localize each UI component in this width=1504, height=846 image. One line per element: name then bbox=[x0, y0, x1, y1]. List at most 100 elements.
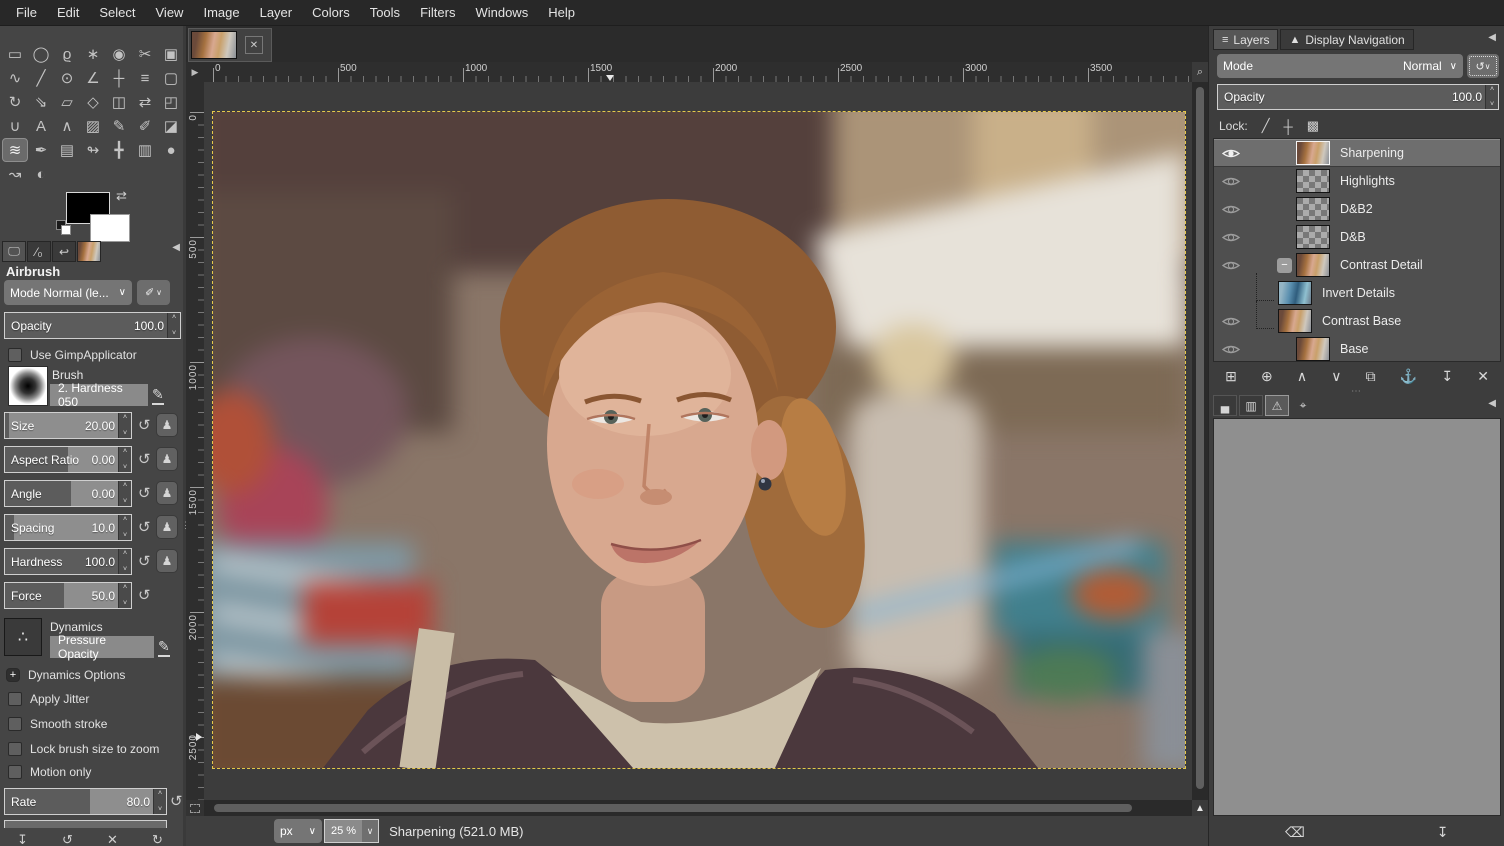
spacing-spinner[interactable]: ˄˅ bbox=[118, 515, 131, 540]
paths-tool-icon[interactable]: ∿ bbox=[2, 66, 28, 90]
brush-thumbnail[interactable] bbox=[8, 366, 48, 406]
layer-row-base[interactable]: Base bbox=[1214, 335, 1500, 363]
zoom-tool-icon[interactable]: ⊙ bbox=[54, 66, 80, 90]
photo-canvas[interactable] bbox=[213, 112, 1185, 768]
tab-histogram[interactable]: ▄ bbox=[1213, 395, 1237, 416]
3d-transform-tool-icon[interactable]: ◫ bbox=[106, 90, 132, 114]
layer-row-db2[interactable]: D&B2 bbox=[1214, 195, 1500, 223]
motion-only-checkbox[interactable]: Motion only bbox=[8, 765, 91, 779]
save-preset-icon[interactable]: ↧ bbox=[17, 832, 28, 846]
menu-tools[interactable]: Tools bbox=[360, 1, 410, 24]
blur-sharpen-tool-icon[interactable]: ● bbox=[158, 138, 184, 162]
layer-mode-dropdown[interactable]: Mode Normal ∨ bbox=[1217, 54, 1463, 78]
hardness-tablet-link-icon[interactable]: ♟ bbox=[156, 549, 178, 573]
size-slider[interactable]: Size20.00 ˄˅ bbox=[4, 412, 132, 439]
horizontal-scrollbar-thumb[interactable] bbox=[214, 804, 1132, 812]
force-spinner[interactable]: ˄˅ bbox=[118, 583, 131, 608]
vertical-scrollbar[interactable] bbox=[1192, 82, 1208, 800]
restore-preset-icon[interactable]: ↺ bbox=[62, 832, 73, 846]
menu-layer[interactable]: Layer bbox=[250, 1, 303, 24]
flow-slider-partial[interactable] bbox=[4, 820, 167, 828]
horizontal-scrollbar[interactable] bbox=[204, 800, 1192, 816]
image-tab[interactable]: ✕ bbox=[188, 28, 272, 62]
lock-alpha-icon[interactable]: ▩ bbox=[1307, 118, 1319, 134]
layer-thumbnail[interactable] bbox=[1296, 197, 1330, 221]
zoom-dropdown[interactable]: 25 % ∨ bbox=[324, 819, 379, 843]
bucket-fill-tool-icon[interactable]: ∪ bbox=[2, 114, 28, 138]
horizontal-ruler[interactable]: 0 500 1000 1500 2000 2500 3000 3500 bbox=[204, 62, 1192, 82]
move-tool-icon[interactable]: ┼ bbox=[106, 66, 132, 90]
perspective-clone-tool-icon[interactable]: ▥ bbox=[132, 138, 158, 162]
layer-thumbnail[interactable] bbox=[1296, 253, 1330, 277]
gimpapplicator-checkbox[interactable]: Use GimpApplicator bbox=[8, 348, 137, 362]
airbrush-tool-icon[interactable]: ≋ bbox=[2, 138, 28, 162]
layer-thumbnail[interactable] bbox=[1296, 141, 1330, 165]
aspect-ratio-tablet-link-icon[interactable]: ♟ bbox=[156, 447, 178, 471]
tab-tool-options[interactable]: 🖵 bbox=[2, 241, 26, 262]
ellipse-select-tool-icon[interactable]: ◯ bbox=[28, 42, 54, 66]
tab-channels[interactable]: ▥ bbox=[1239, 395, 1263, 416]
layer-opacity-spinner[interactable]: ˄˅ bbox=[1485, 85, 1498, 109]
text-tool-icon[interactable]: A bbox=[28, 114, 54, 138]
swap-colors-icon[interactable]: ⇄ bbox=[116, 188, 127, 204]
hardness-slider[interactable]: Hardness100.0 ˄˅ bbox=[4, 548, 132, 575]
duplicate-layer-icon[interactable]: ⧉ bbox=[1366, 368, 1376, 385]
layer-row-highlights[interactable]: Highlights bbox=[1214, 167, 1500, 195]
paint-mode-dropdown[interactable]: Mode Normal (le... ∨ bbox=[4, 280, 132, 305]
scissors-select-tool-icon[interactable]: ✂ bbox=[132, 42, 158, 66]
menu-select[interactable]: Select bbox=[89, 1, 145, 24]
layer-thumbnail[interactable] bbox=[1296, 169, 1330, 193]
delete-preset-icon[interactable]: ✕ bbox=[107, 832, 118, 846]
navigation-preview-icon[interactable]: ▲ bbox=[1192, 800, 1208, 816]
select-by-color-tool-icon[interactable]: ◉ bbox=[106, 42, 132, 66]
mypaint-brush-tool-icon[interactable]: ∧ bbox=[54, 114, 80, 138]
paintbrush-tool-icon[interactable]: ✐ bbox=[132, 114, 158, 138]
layer-opacity-slider[interactable]: Opacity 100.0 ˄˅ bbox=[1217, 84, 1499, 110]
measure-tool-icon[interactable]: ∠ bbox=[80, 66, 106, 90]
edit-brush-icon[interactable]: ✎ bbox=[152, 386, 164, 405]
vertical-ruler[interactable]: 0 500 1000 1500 2000 2500 bbox=[186, 82, 204, 800]
flip-tool-icon[interactable]: ⇄ bbox=[132, 90, 158, 114]
angle-reset-icon[interactable]: ↺ bbox=[138, 484, 151, 502]
size-spinner[interactable]: ˄˅ bbox=[118, 413, 131, 438]
layer-row-sharpening[interactable]: Sharpening bbox=[1214, 139, 1500, 167]
dynamics-thumbnail-icon[interactable]: ∴ bbox=[4, 618, 42, 656]
aspect-ratio-slider[interactable]: Aspect Ratio0.00 ˄˅ bbox=[4, 446, 132, 473]
dodge-burn-tool-icon[interactable]: ◐ bbox=[28, 162, 54, 186]
layer-thumbnail[interactable] bbox=[1296, 337, 1330, 361]
menu-colors[interactable]: Colors bbox=[302, 1, 360, 24]
free-select-tool-icon[interactable]: ϱ bbox=[54, 42, 80, 66]
eye-icon[interactable] bbox=[1222, 175, 1240, 188]
eye-icon[interactable] bbox=[1222, 259, 1240, 272]
tab-undo-history[interactable]: ↩ bbox=[52, 241, 76, 262]
gradient-tool-icon[interactable]: ▨ bbox=[80, 114, 106, 138]
spacing-reset-icon[interactable]: ↺ bbox=[138, 518, 151, 536]
scale-tool-icon[interactable]: ⇘ bbox=[28, 90, 54, 114]
spacing-tablet-link-icon[interactable]: ♟ bbox=[156, 515, 178, 539]
default-colors-icon[interactable] bbox=[56, 220, 72, 236]
quick-mask-toggle[interactable] bbox=[186, 800, 204, 816]
eye-icon[interactable] bbox=[1222, 203, 1240, 216]
align-tool-icon[interactable]: ≡ bbox=[132, 66, 158, 90]
foreground-select-tool-icon[interactable]: ▣ bbox=[158, 42, 184, 66]
reset-tool-icon[interactable]: ↻ bbox=[152, 832, 163, 846]
lock-pixels-icon[interactable]: ╱ bbox=[1262, 118, 1270, 134]
layer-thumbnail[interactable] bbox=[1278, 281, 1312, 305]
save-errors-icon[interactable]: ↧ bbox=[1437, 824, 1449, 841]
brush-name-chip[interactable]: 2. Hardness 050 bbox=[50, 384, 148, 406]
menu-view[interactable]: View bbox=[146, 1, 194, 24]
size-reset-icon[interactable]: ↺ bbox=[138, 416, 151, 434]
background-color-swatch[interactable] bbox=[90, 214, 130, 242]
tab-device-status[interactable]: ⁄₀ bbox=[27, 241, 51, 262]
crop-tool-icon[interactable]: ▢ bbox=[158, 66, 184, 90]
layer-mode-switch-button[interactable]: ↺ ∨ bbox=[1467, 54, 1499, 78]
lower-layer-icon[interactable]: ∨ bbox=[1331, 368, 1341, 385]
menu-help[interactable]: Help bbox=[538, 1, 585, 24]
shear-tool-icon[interactable]: ▱ bbox=[54, 90, 80, 114]
lock-position-icon[interactable]: ┼ bbox=[1284, 119, 1293, 134]
anchor-layer-icon[interactable]: ⚓ bbox=[1400, 368, 1417, 385]
color-picker-tool-icon[interactable]: ╱ bbox=[28, 66, 54, 90]
left-dock-collapse-icon[interactable]: ◀ bbox=[172, 242, 180, 253]
angle-spinner[interactable]: ˄˅ bbox=[118, 481, 131, 506]
warp-transform-tool-icon[interactable]: ↬ bbox=[80, 138, 106, 162]
